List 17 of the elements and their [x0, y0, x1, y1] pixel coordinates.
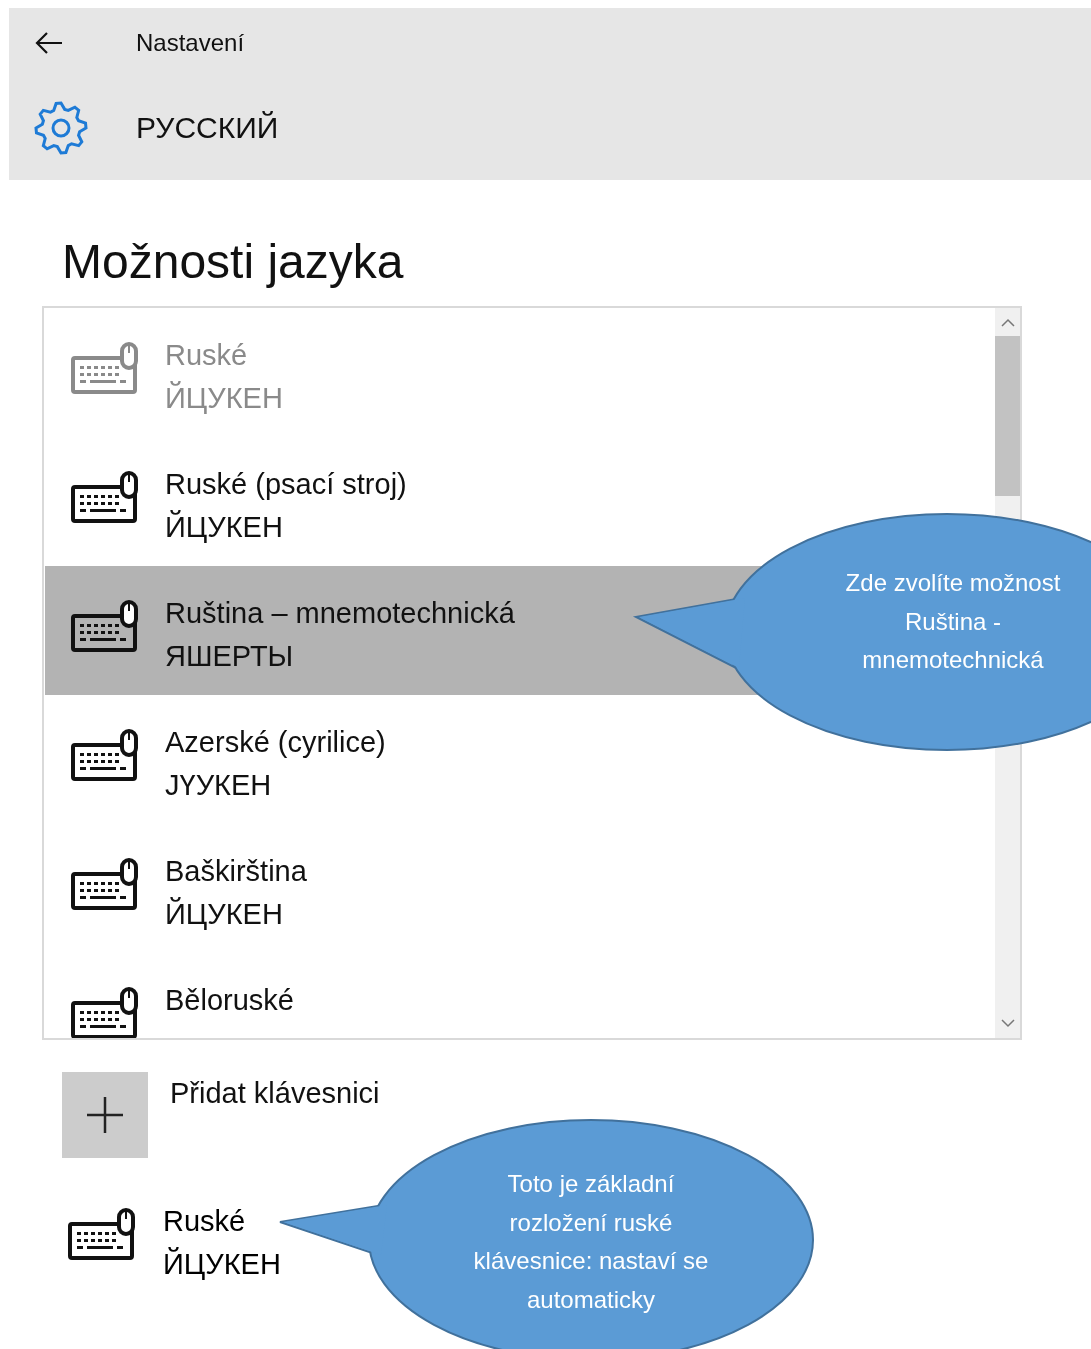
- keyboard-name: Ruské (psací stroj): [165, 467, 407, 502]
- page-title: РУССКИЙ: [136, 111, 279, 145]
- keyboard-name: Ruské: [163, 1204, 247, 1239]
- keyboard-name: Azerské (cyrilice): [165, 725, 386, 760]
- breadcrumb-text: Nastavení: [136, 29, 245, 57]
- section-title: Možnosti jazyka: [62, 234, 405, 290]
- layout-name: ЙЦУКЕН: [165, 896, 284, 932]
- keyboard-name: Ruština – mnemotechnická: [165, 596, 515, 631]
- layout-name: ЈҮУКЕН: [165, 768, 273, 803]
- keyboard-name: Baškirština: [165, 854, 307, 889]
- keyboard-name: Ruské: [165, 338, 249, 373]
- tooltip-text: Toto je základní rozložení ruské klávesnice: nastaví se automaticky: [473, 1169, 709, 1315]
- layout-name: ЙЦУКЕН: [163, 1246, 281, 1282]
- layout-name: ЙЦУКЕН: [165, 380, 283, 416]
- keyboard-name: Běloruské: [165, 983, 294, 1018]
- layout-name: ЙЦУКЕН: [165, 509, 284, 545]
- layout-name: ЯШЕРТЫ: [165, 639, 295, 674]
